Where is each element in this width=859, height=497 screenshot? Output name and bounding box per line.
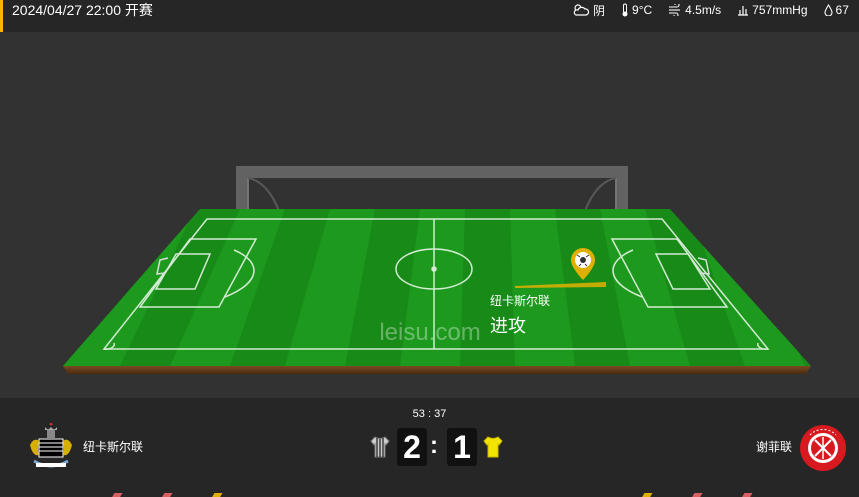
scoreboard: 53 : 37 纽卡斯尔联 2 : 1 谢菲联 <box>0 398 859 497</box>
sheffield-crest-icon[interactable] <box>798 423 848 473</box>
home-team-name[interactable]: 纽卡斯尔联 <box>83 438 143 455</box>
watermark: leisu.com <box>379 319 480 346</box>
match-start-time: 2024/04/27 22:00 开赛 <box>12 2 153 18</box>
temperature-text: 9°C <box>632 3 653 17</box>
home-score: 2 <box>397 428 427 466</box>
wind-text: 4.5m/s <box>685 3 722 17</box>
yellow-shirt-icon <box>483 436 503 458</box>
decoration <box>691 493 703 497</box>
weather-condition-text: 阴 <box>593 3 606 18</box>
decoration <box>111 493 123 497</box>
event-type: 进攻 <box>490 316 526 336</box>
pressure-text: 757mmHg <box>752 3 808 17</box>
striped-shirt-icon <box>370 436 390 458</box>
pitch-grass <box>63 209 811 366</box>
pitch-graphic: leisu.com <box>63 166 811 374</box>
pressure-icon <box>738 6 749 16</box>
pitch-dirt-edge <box>63 366 811 374</box>
accent-stripe <box>0 0 3 32</box>
decoration <box>161 493 173 497</box>
away-team-name[interactable]: 谢菲联 <box>756 438 792 455</box>
humidity-text: 67 <box>835 3 849 17</box>
top-bar: 2024/04/27 22:00 开赛 阴 9°C 4.5m/s 757mmHg… <box>0 0 859 32</box>
decoration <box>741 493 753 497</box>
away-score: 1 <box>447 428 477 466</box>
weather-temperature: 9°C <box>621 3 652 17</box>
weather-pressure: 757mmHg <box>737 3 808 17</box>
event-team-name: 纽卡斯尔联 <box>490 294 551 308</box>
weather-humidity: 67 <box>823 3 849 17</box>
weather-panel: 阴 9°C 4.5m/s 757mmHg 67 <box>572 2 859 18</box>
pitch-stage: leisu.com 纽卡斯尔联 进攻 <box>0 32 859 398</box>
decoration <box>641 493 653 497</box>
score-separator: : <box>430 432 438 459</box>
weather-wind: 4.5m/s <box>668 3 721 17</box>
match-clock: 53 : 37 <box>412 408 447 420</box>
wind-icon <box>669 4 681 16</box>
humidity-icon <box>823 4 833 16</box>
cloudy-icon <box>573 4 590 16</box>
thermometer-icon <box>622 3 628 17</box>
newcastle-crest-icon[interactable] <box>26 423 76 473</box>
weather-condition: 阴 <box>572 2 605 19</box>
decoration <box>211 493 223 497</box>
